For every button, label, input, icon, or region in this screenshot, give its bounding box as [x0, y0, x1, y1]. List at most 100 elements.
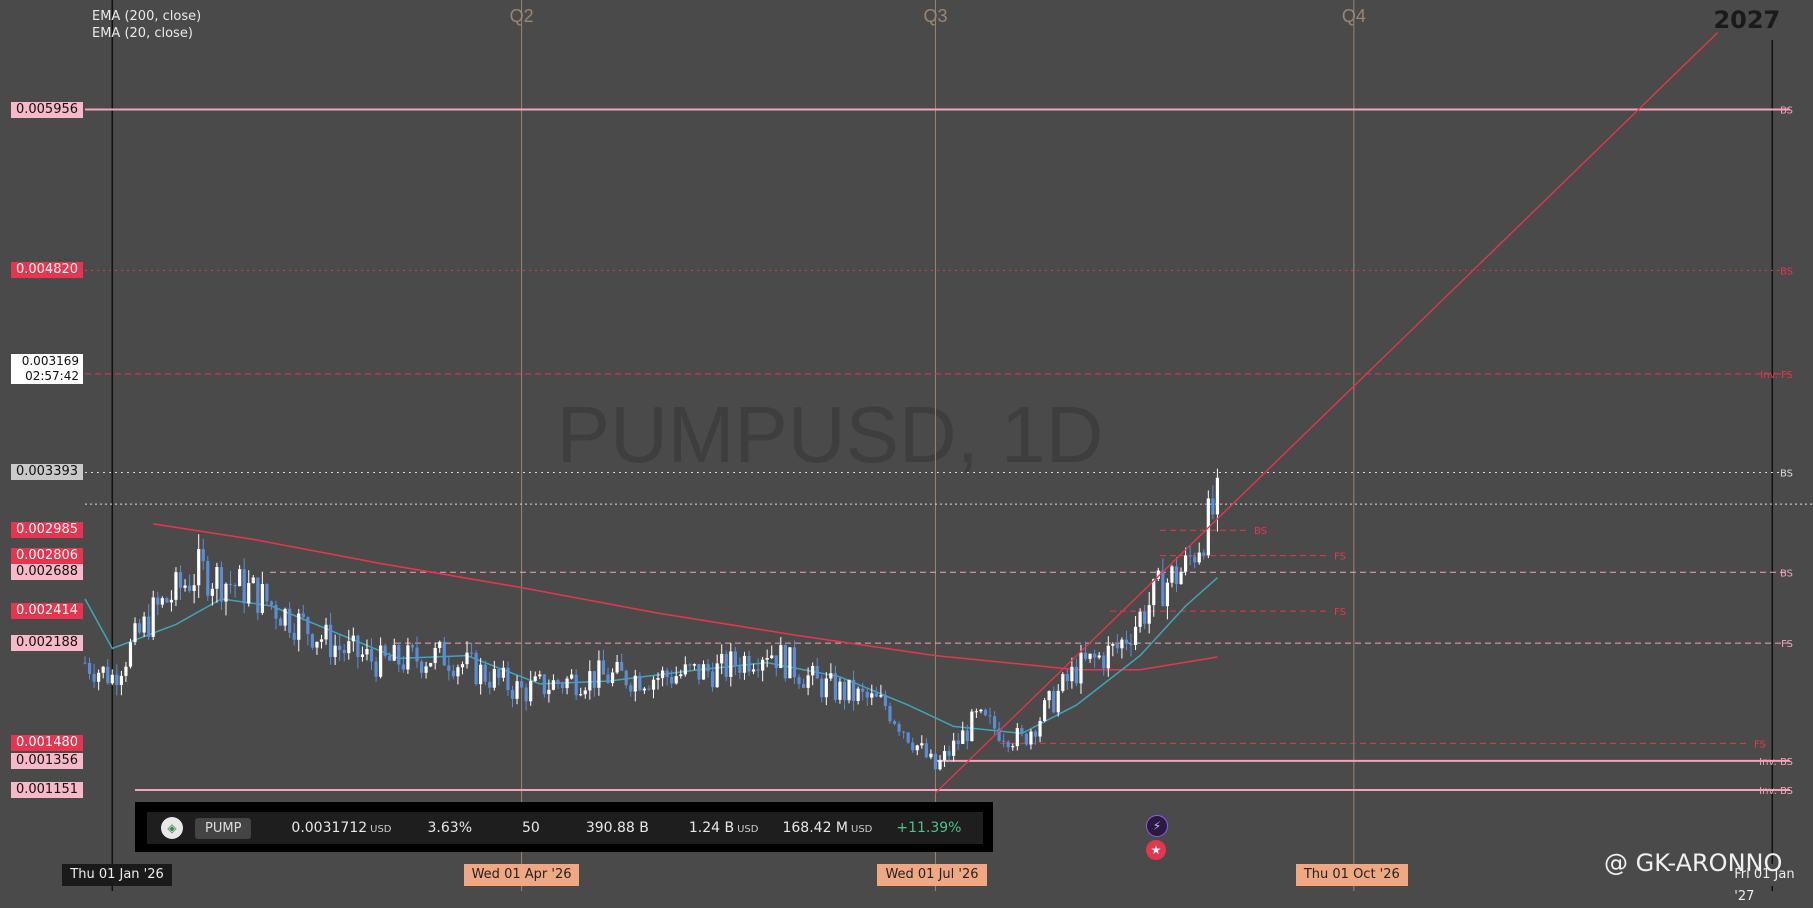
ticker-symbol[interactable]: PUMP — [195, 817, 252, 839]
candle-body — [169, 599, 174, 603]
candle-body — [765, 657, 769, 660]
candle-body — [315, 641, 319, 648]
candle-body — [497, 668, 501, 678]
candle-body — [756, 669, 760, 671]
ticker-mcap-value: 1.24 B — [688, 820, 735, 836]
candle-body — [306, 617, 310, 635]
candle-body — [192, 585, 196, 591]
candle-body — [488, 681, 492, 688]
ema20-legend[interactable]: EMA (20, close) — [92, 25, 201, 42]
candle-body — [324, 624, 328, 640]
candle-body — [419, 661, 424, 673]
candle-body — [474, 652, 478, 685]
candle-body — [365, 649, 369, 655]
date-tick-0: Thu 01 Jan '26 — [62, 864, 172, 886]
candle-body — [188, 585, 192, 591]
ticker-price-value: 0.0031712 — [291, 820, 368, 836]
candle-body — [651, 679, 656, 690]
candle-body — [947, 751, 951, 756]
candle-body — [974, 711, 978, 713]
candle-body — [606, 674, 610, 684]
candle-body — [615, 661, 619, 673]
candle-body — [1165, 582, 1169, 607]
candle-body — [310, 634, 314, 648]
candle-body — [770, 655, 774, 658]
candle-body — [297, 613, 301, 640]
candle-body — [824, 678, 828, 698]
candle-body — [892, 721, 897, 725]
candle-body — [933, 753, 938, 770]
candle-body — [815, 665, 819, 679]
candle-body — [579, 694, 583, 696]
candle-body — [783, 645, 787, 679]
candle-body — [902, 731, 906, 733]
candle-body — [379, 645, 383, 677]
lightning-event-icon[interactable]: ⚡ — [1146, 815, 1168, 837]
ticker-supply: 390.88 B — [585, 820, 649, 836]
candle-body — [688, 664, 692, 666]
date-tick-1: Wed 01 Apr '26 — [463, 864, 580, 886]
candle-body — [915, 745, 919, 751]
candle-body — [251, 577, 255, 584]
candle-body — [83, 662, 87, 664]
level-label-9: FS — [1754, 739, 1766, 750]
candle-body — [1061, 674, 1065, 691]
candle-body — [401, 664, 405, 670]
level-label-4: BS — [1254, 526, 1267, 537]
candle-body — [979, 709, 983, 712]
candle-body — [570, 674, 574, 679]
candle-body — [183, 585, 187, 588]
candle-body — [101, 666, 105, 673]
candle-body — [1193, 556, 1197, 563]
candle-body — [160, 598, 164, 605]
candle-body — [1033, 731, 1038, 737]
candle-body — [751, 669, 756, 672]
candle-body — [342, 650, 346, 654]
candle-body — [620, 661, 624, 671]
candle-body — [806, 675, 810, 688]
ticker-change: +11.39% — [896, 820, 962, 836]
candle-body — [301, 613, 305, 618]
price-tag-9: 0.001480 — [11, 735, 83, 752]
candle-body — [1143, 611, 1147, 624]
price-tag-8: 0.002188 — [11, 635, 83, 652]
candle-body — [983, 709, 988, 716]
candle-body — [642, 688, 646, 691]
candle-body — [592, 671, 596, 688]
candle-body — [1174, 566, 1179, 585]
candle-body — [1043, 700, 1047, 721]
candle-body — [519, 681, 524, 688]
candle-body — [865, 691, 869, 698]
candle-body — [542, 674, 546, 695]
candle-body — [451, 670, 455, 677]
candle-body — [697, 664, 701, 680]
candle-body — [1047, 691, 1051, 701]
candle-body — [137, 623, 142, 633]
candle-body — [856, 688, 860, 701]
candle-body — [624, 670, 628, 686]
candle-body — [761, 659, 765, 671]
ticker-volume-unit: USD — [851, 824, 873, 835]
quarter-label-Q2: Q2 — [510, 6, 534, 26]
candle-body — [701, 664, 706, 680]
candle-body — [156, 597, 160, 605]
price-chart[interactable]: PUMPUSD, 1D Q2 Q3 Q4 2027 BS BS Inv. FS BS BS FS… — [0, 0, 1813, 891]
candle-body — [347, 641, 351, 654]
candle-body — [1097, 655, 1101, 658]
candle-body — [392, 645, 396, 661]
ticker-info-inner: ◈ PUMP 0.0031712 USD 3.63% 50 390.88 B 1.… — [147, 812, 983, 844]
ema200-legend[interactable]: EMA (200, close) — [92, 8, 201, 25]
candle-body — [788, 647, 792, 679]
price-tag-0: 0.005956 — [11, 101, 83, 118]
candle-body — [629, 685, 633, 692]
candle-body — [397, 645, 401, 665]
level-label-11: Inv. BS — [1759, 786, 1793, 797]
candle-body — [1179, 571, 1183, 585]
us-flag-event-icon[interactable]: ★ — [1146, 840, 1166, 860]
current-price-value: 0.003169 — [21, 354, 79, 368]
candle-body — [547, 689, 551, 695]
candle-body — [406, 645, 410, 670]
candle-body — [360, 654, 365, 657]
candle-body — [438, 641, 442, 648]
candle-body — [879, 695, 883, 697]
